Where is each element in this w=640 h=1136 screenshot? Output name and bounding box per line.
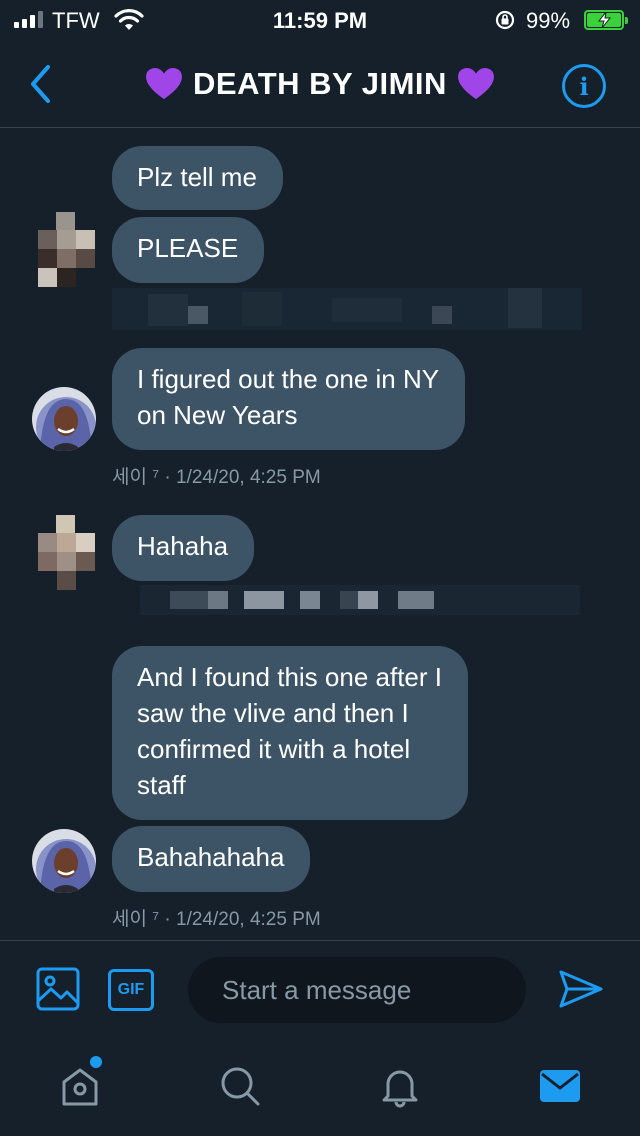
message-meta: 세이 ⁷ · 1/24/20, 4:25 PM	[112, 462, 321, 489]
conversation-header: DEATH BY JIMIN i	[0, 40, 640, 128]
message-bubble[interactable]: Hahaha	[112, 515, 255, 581]
message-bubble[interactable]: Bahahahaha	[112, 826, 311, 892]
tab-search[interactable]	[216, 1062, 264, 1110]
timestamp: 1/24/20, 4:25 PM	[176, 909, 321, 930]
tab-notifications[interactable]	[376, 1062, 424, 1110]
back-button[interactable]	[22, 62, 58, 106]
messages-icon	[540, 1070, 580, 1102]
sender-name: 세이 ⁷	[112, 909, 160, 930]
add-image-button[interactable]	[36, 967, 80, 1016]
tab-messages[interactable]	[536, 1062, 584, 1110]
message-composer: GIF	[0, 940, 640, 1040]
new-content-dot	[90, 1056, 102, 1068]
gif-label: GIF	[117, 981, 145, 998]
timestamp: 1/24/20, 4:25 PM	[176, 467, 321, 488]
sender-name: 세이 ⁷	[112, 467, 160, 488]
carrier-name: TFW	[52, 8, 100, 33]
battery-icon	[584, 10, 628, 30]
info-icon: i	[579, 71, 589, 101]
redacted-timestamp	[140, 585, 580, 615]
title-group: DEATH BY JIMIN	[0, 40, 640, 128]
conversation-title: DEATH BY JIMIN	[193, 66, 447, 101]
battery-percent: 99%	[526, 8, 571, 33]
message-meta: 세이 ⁷ · 1/24/20, 4:25 PM	[112, 904, 321, 931]
message-bubble[interactable]: And I found this one after I saw the vli…	[112, 646, 468, 820]
avatar-pixelated[interactable]	[38, 515, 96, 591]
gif-button[interactable]: GIF	[108, 969, 154, 1011]
redacted-timestamp	[112, 288, 582, 330]
separator: ·	[164, 467, 177, 488]
avatar[interactable]	[32, 387, 96, 451]
message-bubble[interactable]: Plz tell me	[112, 146, 283, 210]
purple-heart-icon	[146, 67, 182, 100]
back-chevron-icon	[31, 65, 50, 103]
search-icon	[221, 1067, 260, 1106]
status-bar: TFW 11:59 PM 99%	[0, 0, 640, 40]
send-button[interactable]	[558, 969, 604, 1014]
purple-heart-icon	[457, 67, 494, 100]
image-icon	[36, 967, 80, 1011]
avatar-pixelated[interactable]	[38, 212, 96, 288]
avatar[interactable]	[32, 829, 96, 893]
message-input[interactable]	[188, 957, 526, 1023]
message-bubble[interactable]: PLEASE	[112, 217, 265, 283]
wifi-icon	[114, 9, 144, 37]
send-icon	[559, 970, 603, 1008]
tab-home[interactable]	[56, 1062, 104, 1110]
home-icon	[62, 1068, 98, 1106]
notifications-icon	[382, 1070, 418, 1108]
separator: ·	[164, 909, 177, 930]
rotation-lock-icon	[494, 9, 516, 37]
tab-bar	[0, 1040, 640, 1136]
signal-strength-icon	[14, 11, 43, 28]
message-bubble[interactable]: I figured out the one in NY on New Years	[112, 348, 466, 450]
info-button[interactable]: i	[562, 64, 606, 108]
